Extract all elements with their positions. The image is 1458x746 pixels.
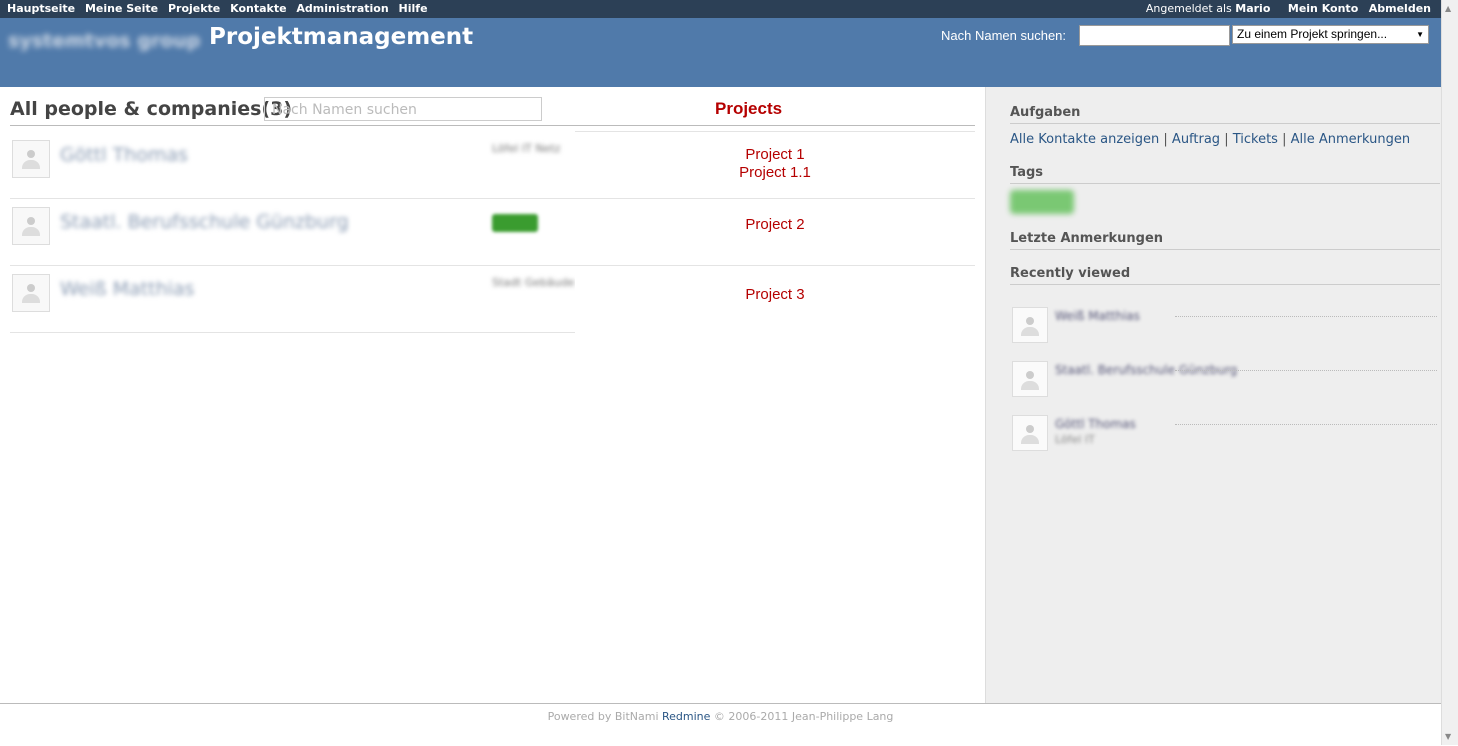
account-nav: Angemeldet als Mario Mein Konto Abmelden xyxy=(1146,2,1431,15)
scroll-up-icon[interactable]: ▲ xyxy=(1445,4,1451,13)
contact-info: Stadt Gebäude xyxy=(492,276,575,289)
main-nav: Hauptseite Meine Seite Projekte Kontakte… xyxy=(7,2,434,15)
all-contacts-link[interactable]: Alle Kontakte anzeigen xyxy=(1010,132,1159,147)
tag-badge[interactable] xyxy=(1010,190,1074,214)
footer-text: Powered by BitNami Redmine © 2006-2011 J… xyxy=(0,710,1441,723)
tags-heading: Tags xyxy=(1010,165,1440,184)
avatar xyxy=(1012,361,1048,397)
contact-name-link[interactable]: Göttl Thomas xyxy=(60,144,188,166)
nav-administration-link[interactable]: Administration xyxy=(296,2,388,15)
recent-item[interactable]: Staatl. Berufsschule Günzburg xyxy=(1010,357,1438,403)
search-input[interactable] xyxy=(1079,25,1230,46)
all-notes-link[interactable]: Alle Anmerkungen xyxy=(1291,132,1410,147)
page-title[interactable]: Projektmanagement xyxy=(209,24,473,50)
avatar[interactable] xyxy=(12,274,50,312)
order-link[interactable]: Auftrag xyxy=(1172,132,1220,147)
nav-projects-link[interactable]: Projekte xyxy=(168,2,220,15)
project-link[interactable]: Project 1 xyxy=(575,146,975,164)
top-menu: Hauptseite Meine Seite Projekte Kontakte… xyxy=(0,0,1441,18)
projects-cell: Project 1 Project 1.1 xyxy=(575,131,975,199)
contact-row: Göttl Thomas Löfel IT Netz Project 1 Pro… xyxy=(10,131,975,199)
my-account-link[interactable]: Mein Konto xyxy=(1288,2,1358,15)
company-logo: systemtvos group xyxy=(8,30,201,52)
dropdown-arrow-icon: ▼ xyxy=(1416,30,1424,39)
tag-badge xyxy=(492,214,538,232)
nav-contacts-link[interactable]: Kontakte xyxy=(230,2,286,15)
nav-home-link[interactable]: Hauptseite xyxy=(7,2,75,15)
recent-item-name[interactable]: Göttl Thomas xyxy=(1055,417,1136,431)
divider xyxy=(1175,424,1437,425)
logout-link[interactable]: Abmelden xyxy=(1369,2,1431,15)
avatar[interactable] xyxy=(12,140,50,178)
recently-viewed-heading: Recently viewed xyxy=(1010,266,1440,285)
avatar[interactable] xyxy=(12,207,50,245)
contact-info: Löfel IT Netz xyxy=(492,142,561,155)
avatar xyxy=(1012,307,1048,343)
contact-row: Weiß Matthias Stadt Gebäude Project 3 xyxy=(10,265,975,333)
footer: Powered by BitNami Redmine © 2006-2011 J… xyxy=(0,703,1441,746)
project-jump-select[interactable]: Zu einem Projekt springen... ▼ xyxy=(1232,25,1429,44)
logged-in-label: Angemeldet als xyxy=(1145,2,1232,15)
divider xyxy=(10,125,975,126)
search-label: Nach Namen suchen: xyxy=(941,28,1067,43)
projects-cell: Project 3 xyxy=(575,265,975,333)
projects-cell: Project 2 xyxy=(575,198,975,266)
main-content: All people & companies(3) Nach Namen suc… xyxy=(0,87,985,703)
tasks-heading: Aufgaben xyxy=(1010,105,1440,124)
redmine-link[interactable]: Redmine xyxy=(662,710,710,723)
divider xyxy=(1175,316,1437,317)
recent-item-company: Löfel IT xyxy=(1055,433,1095,446)
name-filter-input[interactable]: Nach Namen suchen xyxy=(264,97,542,121)
header: systemtvos group Projektmanagement Nach … xyxy=(0,18,1441,87)
footer-suffix: © 2006-2011 Jean-Philippe Lang xyxy=(710,710,894,723)
project-link[interactable]: Project 3 xyxy=(575,286,975,304)
nav-help-link[interactable]: Hilfe xyxy=(399,2,428,15)
projects-column-heading: Projects xyxy=(715,99,783,118)
recent-item[interactable]: Göttl Thomas Löfel IT xyxy=(1010,411,1438,457)
task-links: Alle Kontakte anzeigen | Auftrag | Ticke… xyxy=(1010,132,1411,147)
recent-item-name[interactable]: Weiß Matthias xyxy=(1055,309,1140,323)
project-link[interactable]: Project 2 xyxy=(575,216,975,234)
project-link[interactable]: Project 1.1 xyxy=(575,164,975,182)
sidebar: Aufgaben Alle Kontakte anzeigen | Auftra… xyxy=(985,87,1441,703)
contact-name-link[interactable]: Weiß Matthias xyxy=(60,278,194,300)
footer-prefix: Powered by BitNami xyxy=(547,710,662,723)
contact-row: Staatl. Berufsschule Günzburg Project 2 xyxy=(10,198,975,266)
avatar xyxy=(1012,415,1048,451)
recent-item[interactable]: Weiß Matthias xyxy=(1010,303,1438,349)
scroll-down-icon[interactable]: ▼ xyxy=(1445,732,1451,741)
vertical-scrollbar[interactable]: ▲ ▼ xyxy=(1441,0,1458,745)
project-jump-value: Zu einem Projekt springen... xyxy=(1237,27,1388,41)
tickets-link[interactable]: Tickets xyxy=(1233,132,1278,147)
current-user-link[interactable]: Mario xyxy=(1235,2,1270,15)
contact-name-link[interactable]: Staatl. Berufsschule Günzburg xyxy=(60,211,349,233)
contacts-list-title: All people & companies(3) xyxy=(10,98,293,120)
latest-notes-heading: Letzte Anmerkungen xyxy=(1010,231,1440,250)
nav-my-page-link[interactable]: Meine Seite xyxy=(85,2,158,15)
divider xyxy=(1175,370,1437,371)
